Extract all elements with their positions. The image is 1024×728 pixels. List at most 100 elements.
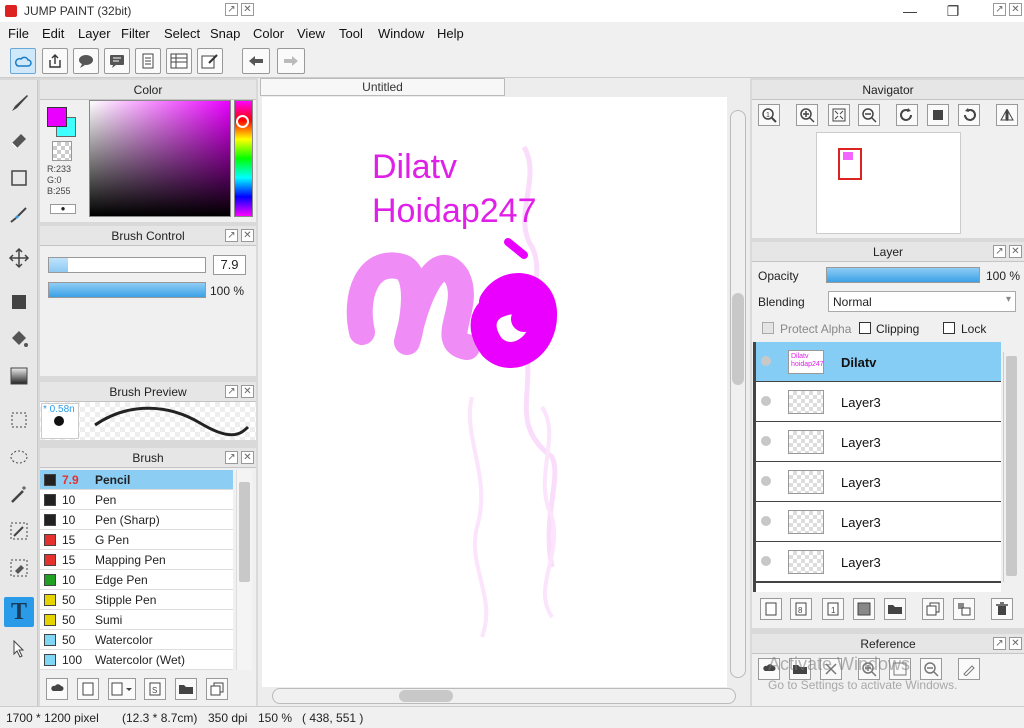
undock-icon[interactable]: ↗	[993, 245, 1006, 258]
text-tool[interactable]: T	[4, 597, 34, 627]
brush-item-edge-pen[interactable]: 10 Edge Pen	[40, 570, 233, 590]
share-button[interactable]	[42, 48, 68, 74]
menu-select[interactable]: Select	[164, 26, 200, 41]
transparent-color-swatch[interactable]	[52, 141, 72, 161]
brush-item-pen[interactable]: 10 Pen	[40, 490, 233, 510]
lasso-tool[interactable]	[4, 442, 34, 472]
brush-item-pencil[interactable]: 7.9 Pencil	[40, 470, 233, 490]
menu-view[interactable]: View	[297, 26, 325, 41]
rectangle-tool[interactable]	[4, 163, 34, 193]
select-pen-tool[interactable]	[4, 516, 34, 546]
undock-icon[interactable]: ↗	[993, 637, 1006, 650]
blending-select[interactable]: Normal ▾	[828, 291, 1016, 312]
layer-row-layer3[interactable]: Layer3	[755, 542, 1001, 582]
fill-rect-tool[interactable]	[4, 287, 34, 317]
brush-size-slider[interactable]	[48, 257, 206, 273]
rect-select-tool[interactable]	[4, 405, 34, 435]
undock-icon[interactable]: ↗	[225, 385, 238, 398]
menu-edit[interactable]: Edit	[42, 26, 64, 41]
reference-zoom-out-button[interactable]	[920, 658, 942, 680]
menu-layer[interactable]: Layer	[78, 26, 111, 41]
layer-row-layer3[interactable]: Layer3	[755, 462, 1001, 502]
menu-snap[interactable]: Snap	[210, 26, 240, 41]
zoom-out-button[interactable]	[858, 104, 880, 126]
operation-tool[interactable]	[4, 634, 34, 664]
visibility-eye-icon[interactable]	[761, 516, 771, 526]
visibility-eye-icon[interactable]	[761, 436, 771, 446]
brush-cloud-button[interactable]	[46, 678, 68, 700]
layer-row-dilatv[interactable]: Dilatv hoidap247 Dilatv	[755, 342, 1001, 382]
reset-rotation-button[interactable]	[927, 104, 949, 126]
brush-settings-button[interactable]: S	[144, 678, 166, 700]
protect-alpha-checkbox[interactable]	[762, 322, 774, 334]
edit-button[interactable]	[197, 48, 223, 74]
grid-button[interactable]	[166, 48, 192, 74]
layer-row-layer3[interactable]: Layer3	[755, 422, 1001, 462]
layer-list-scrollbar[interactable]	[1003, 352, 1019, 582]
close-panel-icon[interactable]: ✕	[1009, 245, 1022, 258]
new-layer-button[interactable]	[760, 598, 782, 620]
hue-slider-handle[interactable]	[236, 115, 249, 128]
color-picker-square[interactable]	[89, 100, 231, 217]
layer-row-layer3[interactable]: Layer3	[755, 502, 1001, 542]
brush-item-g-pen[interactable]: 15 G Pen	[40, 530, 233, 550]
rotate-left-button[interactable]	[896, 104, 918, 126]
undo-button[interactable]	[242, 48, 270, 74]
menu-window[interactable]: Window	[378, 26, 424, 41]
menu-tool[interactable]: Tool	[339, 26, 363, 41]
close-panel-icon[interactable]: ✕	[241, 451, 254, 464]
scrollbar-thumb[interactable]	[399, 690, 453, 702]
brush-item-mapping-pen[interactable]: 15 Mapping Pen	[40, 550, 233, 570]
visibility-eye-icon[interactable]	[761, 356, 771, 366]
cloud-button[interactable]	[10, 48, 36, 74]
scrollbar-thumb[interactable]	[732, 293, 744, 385]
scrollbar-thumb[interactable]	[239, 482, 250, 582]
merge-down-button[interactable]	[953, 598, 975, 620]
halftone-layer-button[interactable]	[853, 598, 875, 620]
page-button[interactable]	[135, 48, 161, 74]
undock-icon[interactable]: ↗	[225, 229, 238, 242]
canvas-vertical-scrollbar[interactable]	[730, 110, 746, 678]
close-panel-icon[interactable]: ✕	[1009, 637, 1022, 650]
main-color-swatch[interactable]	[47, 107, 67, 127]
close-panel-icon[interactable]: ✕	[241, 3, 254, 16]
reference-eyedropper-button[interactable]	[958, 658, 980, 680]
new-8bit-layer-button[interactable]: 8	[790, 598, 812, 620]
delete-layer-button[interactable]	[991, 598, 1013, 620]
speech-bubble-button[interactable]	[73, 48, 99, 74]
visibility-eye-icon[interactable]	[761, 396, 771, 406]
duplicate-brush-button[interactable]	[206, 678, 228, 700]
brush-item-pen-sharp[interactable]: 10 Pen (Sharp)	[40, 510, 233, 530]
select-eraser-tool[interactable]	[4, 553, 34, 583]
visibility-eye-icon[interactable]	[761, 556, 771, 566]
layer-folder-button[interactable]	[884, 598, 906, 620]
layer-row-layer3[interactable]: Layer3	[755, 382, 1001, 422]
close-panel-icon[interactable]: ✕	[241, 385, 254, 398]
document-tab[interactable]: Untitled	[260, 78, 505, 96]
menu-help[interactable]: Help	[437, 26, 464, 41]
rotate-right-button[interactable]	[958, 104, 980, 126]
brush-list-scrollbar[interactable]	[236, 470, 252, 670]
brush-folder-button[interactable]	[175, 678, 197, 700]
eraser-tool[interactable]	[4, 125, 34, 155]
lock-checkbox[interactable]	[943, 322, 955, 334]
brush-item-watercolor-wet[interactable]: 100 Watercolor (Wet)	[40, 650, 233, 670]
close-panel-icon[interactable]: ✕	[1009, 3, 1022, 16]
brush-opacity-slider[interactable]	[48, 282, 206, 298]
menu-filter[interactable]: Filter	[121, 26, 150, 41]
redo-button[interactable]	[277, 48, 305, 74]
undock-icon[interactable]: ↗	[225, 451, 238, 464]
zoom-in-button[interactable]	[796, 104, 818, 126]
menu-file[interactable]: File	[8, 26, 29, 41]
undock-icon[interactable]: ↗	[225, 3, 238, 16]
fit-view-button[interactable]	[828, 104, 850, 126]
color-option-button[interactable]: ●	[50, 204, 76, 214]
maximize-button[interactable]: ❐	[933, 1, 973, 21]
visibility-eye-icon[interactable]	[761, 476, 771, 486]
close-panel-icon[interactable]: ✕	[241, 229, 254, 242]
brush-item-sumi[interactable]: 50 Sumi	[40, 610, 233, 630]
gradient-tool[interactable]	[4, 361, 34, 391]
brush-tool[interactable]	[4, 88, 34, 118]
scrollbar-thumb[interactable]	[1006, 356, 1017, 576]
bucket-tool[interactable]	[4, 324, 34, 354]
